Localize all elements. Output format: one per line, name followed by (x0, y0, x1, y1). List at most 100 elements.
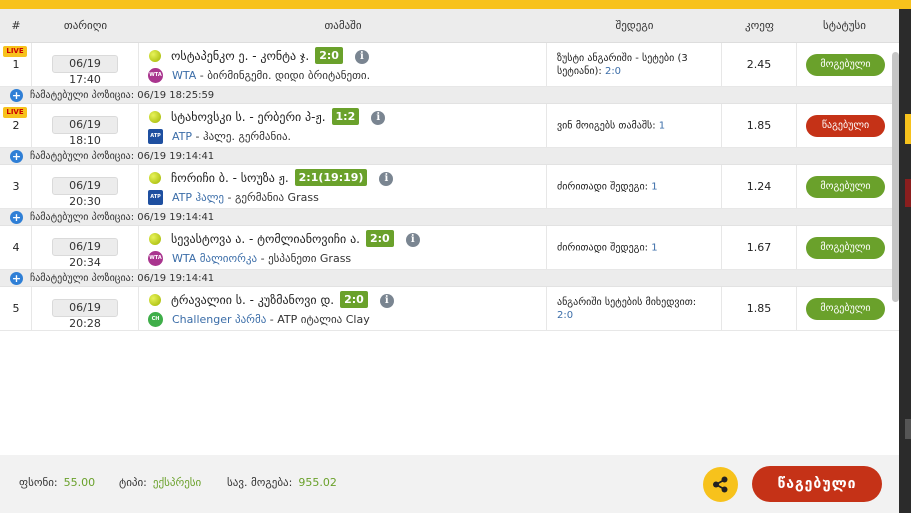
background-edge (899, 9, 911, 513)
tournament-info: WTA - ბირმინგემი. დიდი ბრიტანეთი. (172, 69, 370, 82)
plus-circle-icon[interactable]: + (10, 211, 23, 224)
tournament-info: ATP - ჰალე. გერმანია. (172, 130, 291, 143)
tournament-location: - ჰალე. გერმანია. (192, 130, 292, 143)
bet-row: LIVE 1 06/19 17:40 ოსტაპენკო ე. - კონტა ჯ. 2… (0, 43, 899, 87)
odd-value: 2.45 (722, 43, 797, 87)
tournament-info: Challenger პარმა - ATP იტალია Clay (172, 313, 370, 326)
bet-type-value: ექსპრესი (152, 476, 202, 489)
match-score: 1:2 (331, 108, 360, 125)
row-result-cell: ძირითადი შედეგი: 1 (547, 165, 722, 209)
stake-value: 55.00 (63, 476, 96, 489)
bet-row: 5 06/19 20:28 ტრავალიი ს. - კუზმანოვი დ. 2:… (0, 287, 899, 331)
background-fragment-gray (905, 419, 911, 439)
row-result-cell: ძირითადი შედეგი: 1 (547, 226, 722, 270)
row-result-cell: ანგარიში სეტების მიხედვით: 2:0 (547, 287, 722, 331)
row-status-cell: მოგებული (797, 226, 892, 270)
tournament-location: - ATP იტალია Clay (266, 313, 370, 326)
row-game-cell: სევასტოვა ა. - ტომლიანოვიჩი ა. 2:0 i WTA WTA… (139, 226, 547, 270)
payout-value: 955.02 (298, 476, 337, 489)
row-number-cell: LIVE 2 (0, 104, 32, 148)
info-icon[interactable]: i (405, 233, 420, 247)
match-players: ტრავალიი ს. - კუზმანოვი დ. 2:0 i (171, 291, 394, 308)
players-names: ოსტაპენკო ე. - კონტა ჯ. (171, 49, 310, 63)
market-label: ვინ მოიგებს თამაშს: (557, 120, 659, 132)
tournament-name[interactable]: ATP ჰალე (172, 191, 224, 204)
tournament-name[interactable]: ATP (172, 130, 192, 143)
bet-selection: ზუსტი ანგარიში - სეტები (3 სეტიანი): 2:0 (557, 52, 715, 78)
odd-value: 1.85 (722, 104, 797, 148)
column-header-result: შედეგი (615, 19, 654, 32)
row-date-cell: 06/19 20:28 (32, 287, 139, 331)
share-button[interactable] (703, 467, 738, 502)
selection-value: 1 (658, 120, 666, 132)
selection-value: 1 (651, 181, 658, 193)
bet-type-summary: ტიპი: ექსპრესი (119, 476, 201, 489)
plus-circle-icon[interactable]: + (10, 89, 23, 102)
placed-position-row: + ჩამატებული პოზიცია: 06/19 18:25:59 (0, 87, 899, 104)
bet-row: LIVE 2 06/19 18:10 სტახოვსკი ს. - ერბერი პ-… (0, 104, 899, 148)
tennis-ball-icon (149, 172, 161, 184)
row-status-cell: მოგებული (797, 43, 892, 87)
scrollbar-thumb[interactable] (892, 52, 899, 302)
tournament-info: WTA მალიორკა - ესპანეთი Grass (172, 252, 351, 265)
background-fragment-yellow (905, 114, 911, 144)
share-icon (713, 476, 728, 493)
row-result-cell: ზუსტი ანგარიში - სეტები (3 სეტიანი): 2:0 (547, 43, 722, 87)
tournament-logo-icon: ATP (148, 190, 163, 205)
placed-position-text: ჩამატებული პოზიცია: 06/19 19:14:41 (30, 151, 215, 162)
row-date-cell: 06/19 18:10 (32, 104, 139, 148)
plus-circle-icon[interactable]: + (10, 150, 23, 163)
row-number: 5 (12, 302, 20, 315)
match-score: 2:0 (340, 291, 368, 308)
market-label: ძირითადი შედეგი: (557, 181, 652, 193)
tournament-logo-icon: CH (148, 312, 163, 327)
bet-row: 4 06/19 20:34 სევასტოვა ა. - ტომლიანოვიჩი … (0, 226, 899, 270)
live-badge: LIVE (3, 107, 27, 118)
payout-label: სავ. მოგება: (227, 476, 293, 489)
stake-summary: ფსონი: 55.00 (19, 476, 95, 489)
status-badge: მოგებული (806, 54, 885, 76)
payout-summary: სავ. მოგება: 955.02 (227, 476, 337, 489)
bet-selection: ვინ მოიგებს თამაშს: 1 (557, 120, 715, 133)
info-icon[interactable]: i (371, 111, 386, 125)
row-status-cell: მოგებული (797, 287, 892, 331)
tournament-name[interactable]: WTA მალიორკა (172, 252, 257, 265)
info-icon[interactable]: i (379, 172, 394, 186)
match-date: 06/19 20:30 (52, 177, 118, 208)
selection-value: 2:0 (604, 66, 622, 77)
players-names: სევასტოვა ა. - ტომლიანოვიჩი ა. (171, 232, 360, 246)
market-label: ძირითადი შედეგი: (557, 242, 652, 254)
tournament-name[interactable]: Challenger პარმა (172, 313, 266, 326)
bet-selection: ანგარიში სეტების მიხედვით: 2:0 (557, 296, 715, 322)
tournament-logo-icon: WTA (148, 251, 163, 266)
plus-circle-icon[interactable]: + (10, 272, 23, 285)
tennis-ball-icon (149, 50, 161, 62)
match-date: 06/19 20:28 (52, 299, 118, 330)
tournament-location: - ბირმინგემი. დიდი ბრიტანეთი. (196, 69, 371, 82)
background-fragment-red (905, 179, 911, 207)
selection-value: 2:0 (557, 310, 574, 321)
column-header-game: თამაში (324, 19, 362, 32)
match-score: 2:1(19:19) (294, 169, 368, 186)
tournament-name[interactable]: WTA (172, 69, 196, 82)
row-game-cell: ჩორიჩი ბ. - სოუზა ჟ. 2:1(19:19) i ATP ATP ჰა… (139, 165, 547, 209)
table-header: # თარიღი თამაში შედეგი კოეფ სტატუსი (0, 9, 899, 43)
column-header-odd: კოეფ (745, 19, 774, 32)
bet-details-panel: # თარიღი თამაში შედეგი კოეფ სტატუსი LIVE… (0, 9, 899, 513)
live-badge: LIVE (3, 46, 27, 57)
row-number-cell: 3 (0, 165, 32, 209)
players-names: ტრავალიი ს. - კუზმანოვი დ. (171, 293, 335, 307)
placed-position-row: + ჩამატებული პოზიცია: 06/19 19:14:41 (0, 148, 899, 165)
tournament-location: - გერმანია Grass (224, 191, 319, 204)
info-icon[interactable]: i (379, 294, 394, 308)
tournament-logo-icon: WTA (148, 68, 163, 83)
match-players: სტახოვსკი ს. - ერბერი პ-ჟ. 1:2 i (171, 108, 386, 125)
placed-position-row: + ჩამატებული პოზიცია: 06/19 19:14:41 (0, 270, 899, 287)
tournament-logo-icon: ATP (148, 129, 163, 144)
info-icon[interactable]: i (354, 50, 369, 64)
match-score: 2:0 (315, 47, 343, 64)
tennis-ball-icon (149, 294, 161, 306)
row-game-cell: ტრავალიი ს. - კუზმანოვი დ. 2:0 i CH Challeng… (139, 287, 547, 331)
market-label: ზუსტი ანგარიში - სეტები (3 სეტიანი): (557, 53, 688, 77)
status-badge: მოგებული (806, 176, 885, 198)
